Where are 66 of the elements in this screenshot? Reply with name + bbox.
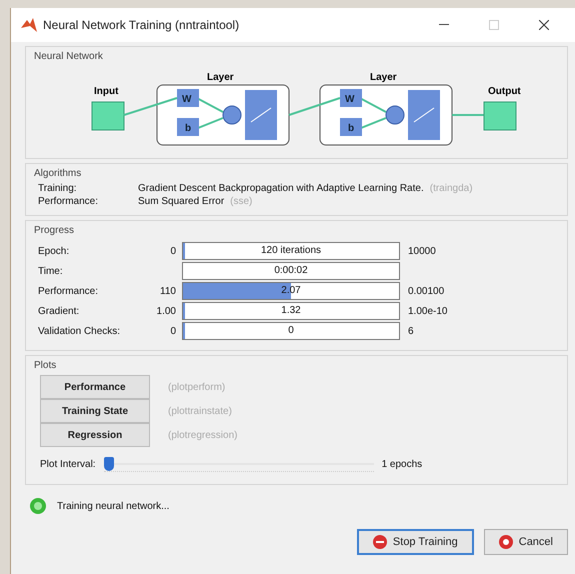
- layer-title: Layer: [370, 72, 397, 83]
- interval-slider[interactable]: [104, 457, 374, 472]
- target-value: 1.00e-10: [407, 306, 448, 316]
- connection-line: [124, 97, 178, 116]
- panel-heading: Plots: [34, 360, 58, 371]
- function-name: (traingda): [430, 183, 473, 194]
- progress-reading: 120 iterations: [260, 244, 322, 258]
- start-value: 0: [169, 326, 177, 336]
- output-box: [484, 102, 516, 130]
- interval-reading: 1 epochs: [382, 459, 422, 470]
- stop-icon: [372, 535, 387, 549]
- interval-label: Plot Interval:: [40, 459, 96, 470]
- progress-reading: 2.07: [280, 284, 302, 298]
- bias-label: b: [348, 123, 354, 134]
- input-box: [92, 102, 124, 130]
- progress-label: Time:: [38, 266, 64, 276]
- connection-line: [452, 114, 484, 116]
- plot-button[interactable]: Performance: [40, 375, 150, 399]
- progress-reading: 0: [287, 324, 295, 338]
- progress-label: Gradient:: [38, 306, 80, 316]
- minimize-icon: [439, 24, 449, 26]
- dialog-button[interactable]: Cancel: [484, 529, 568, 555]
- layer-title: Layer: [207, 72, 234, 83]
- function-name: (plotregression): [168, 430, 238, 440]
- progress-label: Validation Checks:: [38, 326, 122, 336]
- window-title: Neural Network Training (nntraintool): [43, 18, 240, 32]
- target-value: 10000: [407, 246, 437, 256]
- progress-reading: 0:00:02: [273, 264, 309, 278]
- panel-heading: Algorithms: [34, 168, 82, 179]
- algorithm-label: Training:: [38, 183, 78, 194]
- target-value: 0.00100: [407, 286, 446, 296]
- dialog-button[interactable]: Stop Training: [356, 529, 474, 555]
- progress-label: Epoch:: [38, 246, 70, 256]
- function-name: (sse): [230, 196, 252, 207]
- plot-button[interactable]: Training State: [40, 399, 150, 423]
- panel-heading: Neural Network: [34, 51, 104, 62]
- maximize-icon: [489, 20, 499, 30]
- function-name: (plottrainstate): [168, 406, 232, 416]
- connection-line: [288, 97, 340, 116]
- weight-box: [177, 89, 199, 107]
- weight-label: W: [345, 94, 354, 105]
- cancel-icon: [498, 535, 513, 549]
- start-value: 110: [159, 286, 177, 296]
- input-label: Input: [94, 86, 118, 97]
- slider-thumb[interactable]: [104, 457, 114, 471]
- algorithm-value: Gradient Descent Backpropagation with Adaptive Learning Rate.: [138, 183, 424, 194]
- status-icon: [29, 497, 47, 515]
- output-label: Output: [488, 86, 521, 97]
- weight-box: [340, 89, 362, 107]
- start-value: 1.00: [156, 306, 177, 316]
- algorithm-label: Performance:: [38, 196, 100, 207]
- panel-heading: Progress: [34, 225, 76, 236]
- bias-box: [340, 118, 362, 136]
- matlab-logo-icon: [21, 18, 37, 32]
- plot-button[interactable]: Regression: [40, 423, 150, 447]
- algorithm-value: Sum Squared Error: [138, 196, 224, 207]
- status-text: Training neural network...: [57, 500, 170, 512]
- function-name: (plotperform): [168, 382, 226, 392]
- start-value: 0: [169, 246, 177, 256]
- progress-reading: 1.32: [280, 304, 302, 318]
- bias-label: b: [185, 123, 192, 134]
- close-icon: [539, 20, 549, 30]
- bias-box: [177, 118, 199, 136]
- weight-label: W: [182, 94, 192, 105]
- progress-label: Performance:: [38, 286, 100, 296]
- target-value: 6: [407, 326, 415, 336]
